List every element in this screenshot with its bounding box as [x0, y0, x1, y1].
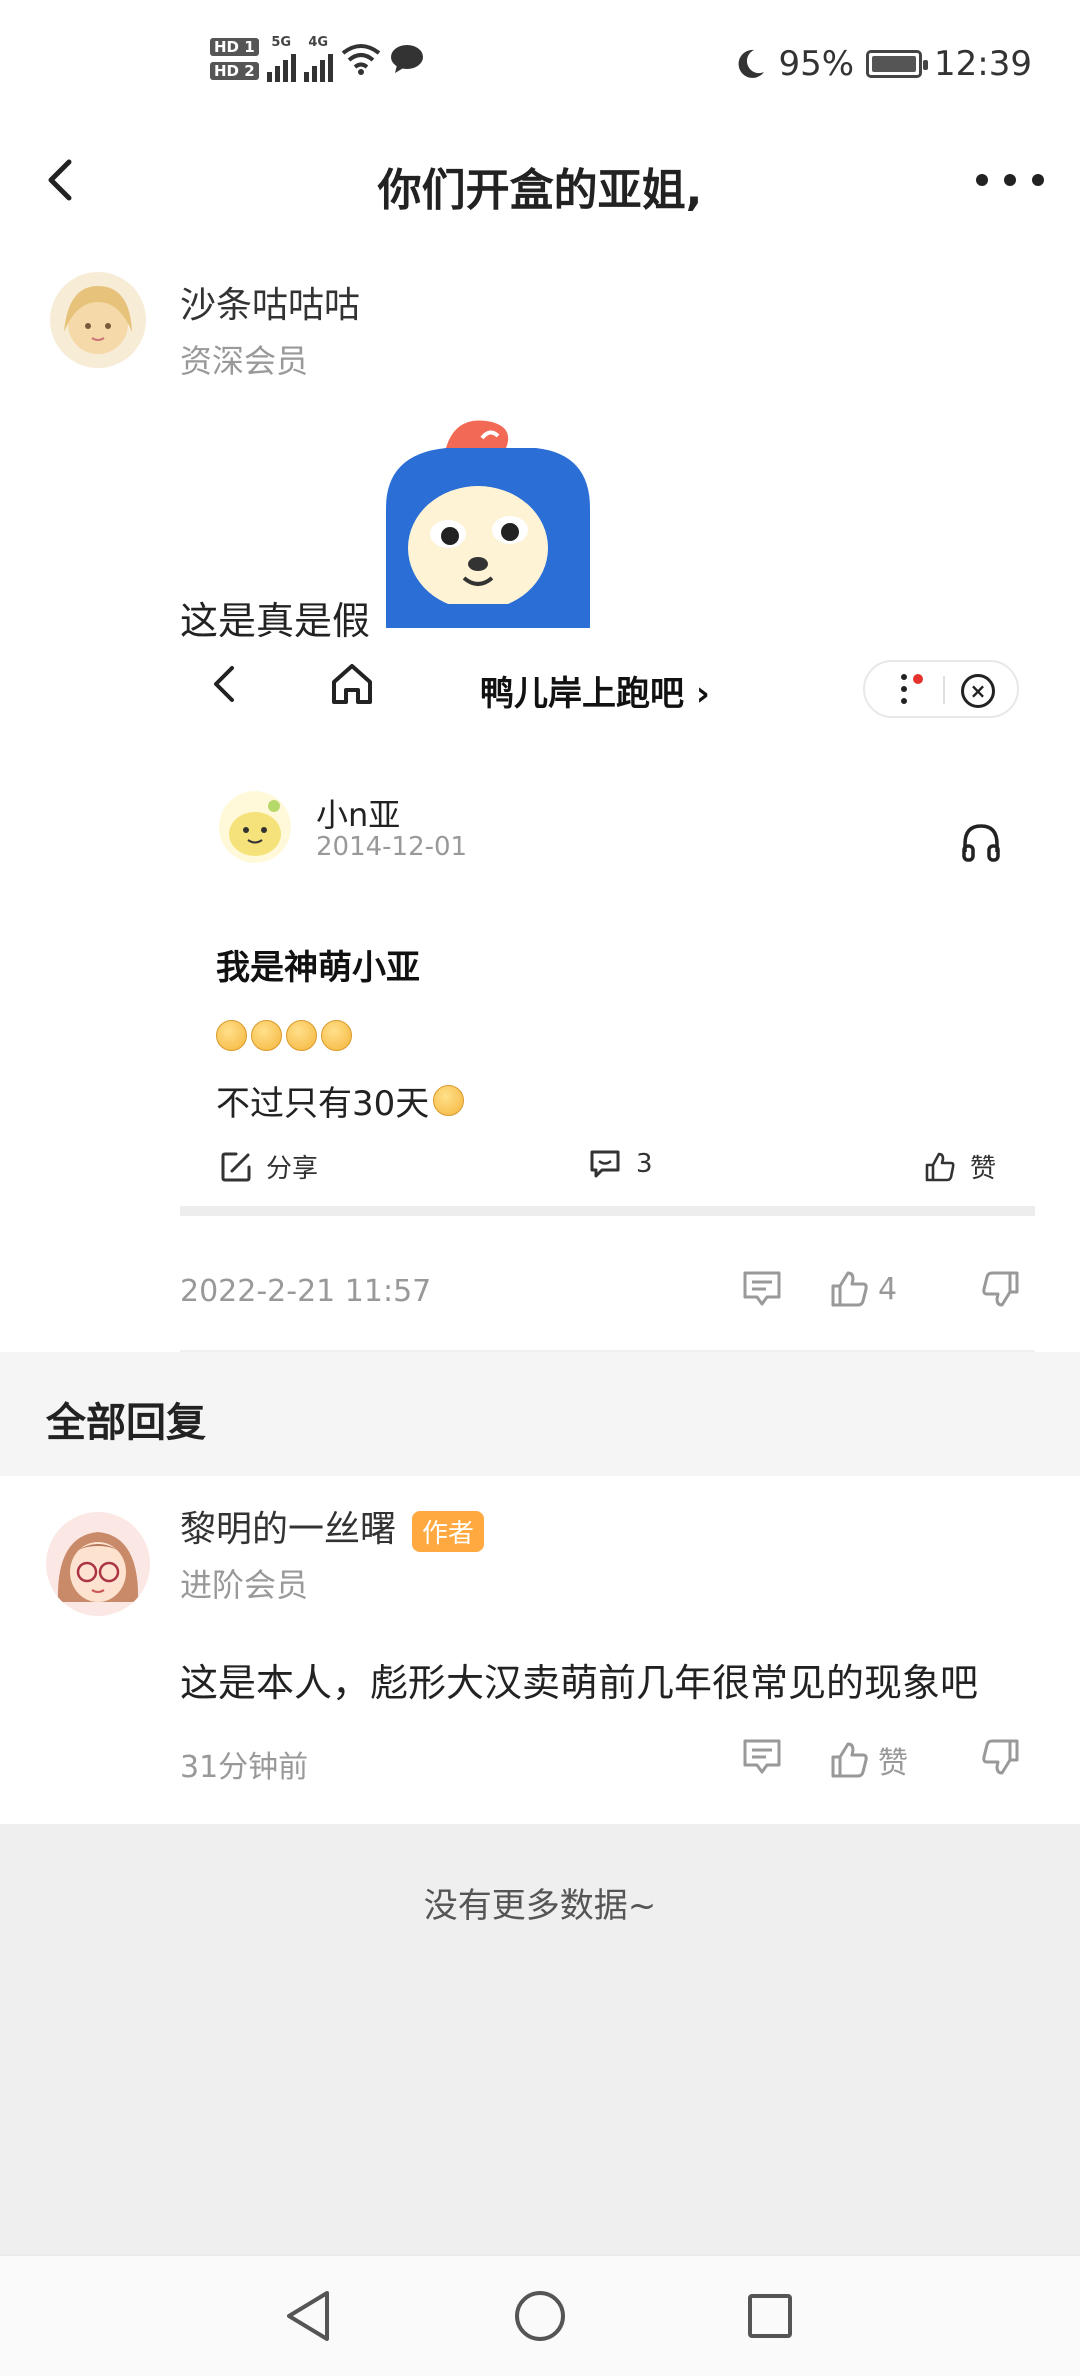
comment-icon [743, 1271, 781, 1306]
embed-comment-count: 3 [636, 1149, 653, 1179]
reply-time: 31分钟前 [180, 1750, 309, 1785]
author-badge: 作者 [412, 1510, 485, 1552]
title-bar: 你们开盒的亚姐, [0, 130, 1080, 230]
embed-post-date: 2014-12-01 [316, 832, 468, 862]
thumbs-down-icon [982, 1271, 1019, 1307]
home-icon [332, 664, 372, 704]
thumbs-up-icon [831, 1271, 868, 1307]
status-right: 95% 12:39 [736, 44, 1032, 84]
moon-icon [739, 49, 765, 78]
post-author-name[interactable]: 沙条咕咕咕 [180, 276, 360, 328]
reply-author-level: 进阶会员 [180, 1566, 309, 1604]
reply-text: 这是本人，彪形大汉卖萌前几年很常见的现象吧 [180, 1661, 979, 1705]
embed-headline: 我是神萌小亚 [216, 948, 420, 988]
list-footer: 没有更多数据~ [0, 1824, 1080, 2254]
headphone-icon[interactable] [961, 822, 1001, 866]
chevron-left-icon [214, 666, 234, 702]
embed-share-button[interactable]: 分享 [220, 1148, 318, 1185]
post-comment-button[interactable] [742, 1270, 782, 1308]
comment-icon [743, 1739, 781, 1774]
hd1-indicator: HD 1 [210, 38, 259, 56]
nav-recents-button[interactable] [740, 2286, 800, 2346]
embed-actions: 分享 3 赞 [216, 1148, 1016, 1198]
thumbs-up-icon [925, 1152, 955, 1181]
post-dislike-button[interactable] [980, 1270, 1020, 1308]
thumbs-up-icon [831, 1742, 868, 1778]
reply-dislike-button[interactable] [980, 1738, 1020, 1776]
reply-like-label: 赞 [878, 1746, 908, 1781]
capsule-menu[interactable]: × [863, 660, 1019, 718]
embed-comment-button[interactable]: 3 [588, 1148, 653, 1180]
nav-home-button[interactable] [510, 2286, 570, 2346]
embed-line-text: 不过只有30天 [216, 1084, 430, 1124]
signal-icon [266, 50, 296, 82]
battery-icon [866, 50, 929, 78]
network-5g-label: 5G [271, 35, 292, 50]
triangle-back-icon [287, 2291, 329, 2341]
hd2-indicator: HD 2 [210, 62, 259, 80]
square-recents-icon [748, 2294, 792, 2338]
embed-divider [180, 1206, 1035, 1216]
page-title: 你们开盒的亚姐, [377, 165, 703, 216]
thumbs-down-icon [982, 1739, 1019, 1775]
reply-author: 黎明的一丝曙 作者 [180, 1500, 485, 1552]
signal-icon [303, 50, 333, 82]
reply-meta-bar: 31分钟前 赞 [180, 1738, 1035, 1788]
post-author-level: 资深会员 [180, 342, 309, 380]
embed-title[interactable]: 鸭儿岸上跑吧 › [480, 666, 710, 715]
embed-like-button[interactable]: 赞 [924, 1148, 996, 1185]
replies-section-header: 全部回复 [0, 1352, 1080, 1476]
more-dot [1032, 174, 1044, 186]
emoji-icon [433, 1085, 465, 1116]
post-date: 2022-2-21 11:57 [180, 1274, 432, 1309]
embed-line: 不过只有30天 [216, 1076, 465, 1125]
status-bar: HD 1 HD 2 5G 4G 95% 12:39 [0, 0, 1080, 130]
more-dot [1004, 174, 1016, 186]
post-like-button[interactable]: 4 [830, 1270, 897, 1308]
emoji-icon [251, 1020, 282, 1051]
more-options-button[interactable] [970, 152, 1050, 208]
capsule-close-icon[interactable]: × [961, 674, 995, 708]
embed-user-name: 小n亚 [316, 796, 401, 834]
battery-percent: 95% [778, 44, 855, 84]
post-meta-bar: 2022-2-21 11:57 4 [180, 1270, 1035, 1320]
embedded-toolbar: 鸭儿岸上跑吧 › × [180, 648, 1035, 728]
embed-avatar [218, 790, 292, 864]
circle-home-icon [515, 2291, 565, 2341]
emoji-icon [286, 1020, 317, 1051]
clock: 12:39 [934, 44, 1032, 84]
post-like-count: 4 [878, 1271, 898, 1307]
no-more-data-text: 没有更多数据~ [423, 1886, 657, 1926]
system-nav-bar [0, 2254, 1080, 2376]
reply-like-button[interactable]: 赞 [830, 1738, 908, 1782]
reply-avatar[interactable] [46, 1512, 150, 1616]
wifi-icon [341, 44, 380, 75]
emoji-row [216, 1020, 352, 1051]
capsule-more-icon[interactable] [901, 674, 907, 704]
status-left: HD 1 HD 2 5G 4G [210, 36, 425, 82]
reply-author-name[interactable]: 黎明的一丝曙 [180, 1509, 396, 1550]
avatar[interactable] [50, 272, 146, 368]
share-edit-icon [221, 1152, 251, 1181]
reply-item: 黎明的一丝曙 作者 进阶会员 这是本人，彪形大汉卖萌前几年很常见的现象吧 31分钟… [0, 1476, 1080, 1824]
reply-comment-button[interactable] [742, 1738, 782, 1776]
comment-icon [590, 1150, 620, 1178]
emoji-icon [321, 1020, 352, 1051]
embed-share-label: 分享 [266, 1154, 319, 1184]
more-dot [976, 174, 988, 186]
post-text: 这是真是假 [180, 599, 371, 643]
network-4g-label: 4G [308, 35, 329, 50]
embed-home-button[interactable] [330, 662, 374, 710]
notification-dot [913, 674, 923, 684]
embed-like-label: 赞 [970, 1154, 997, 1184]
sticker-image [386, 418, 590, 628]
nav-back-button[interactable] [278, 2286, 338, 2346]
message-icon [390, 45, 423, 73]
replies-section-title: 全部回复 [46, 1400, 206, 1446]
emoji-icon [216, 1020, 247, 1051]
embed-back-button[interactable] [212, 664, 236, 708]
